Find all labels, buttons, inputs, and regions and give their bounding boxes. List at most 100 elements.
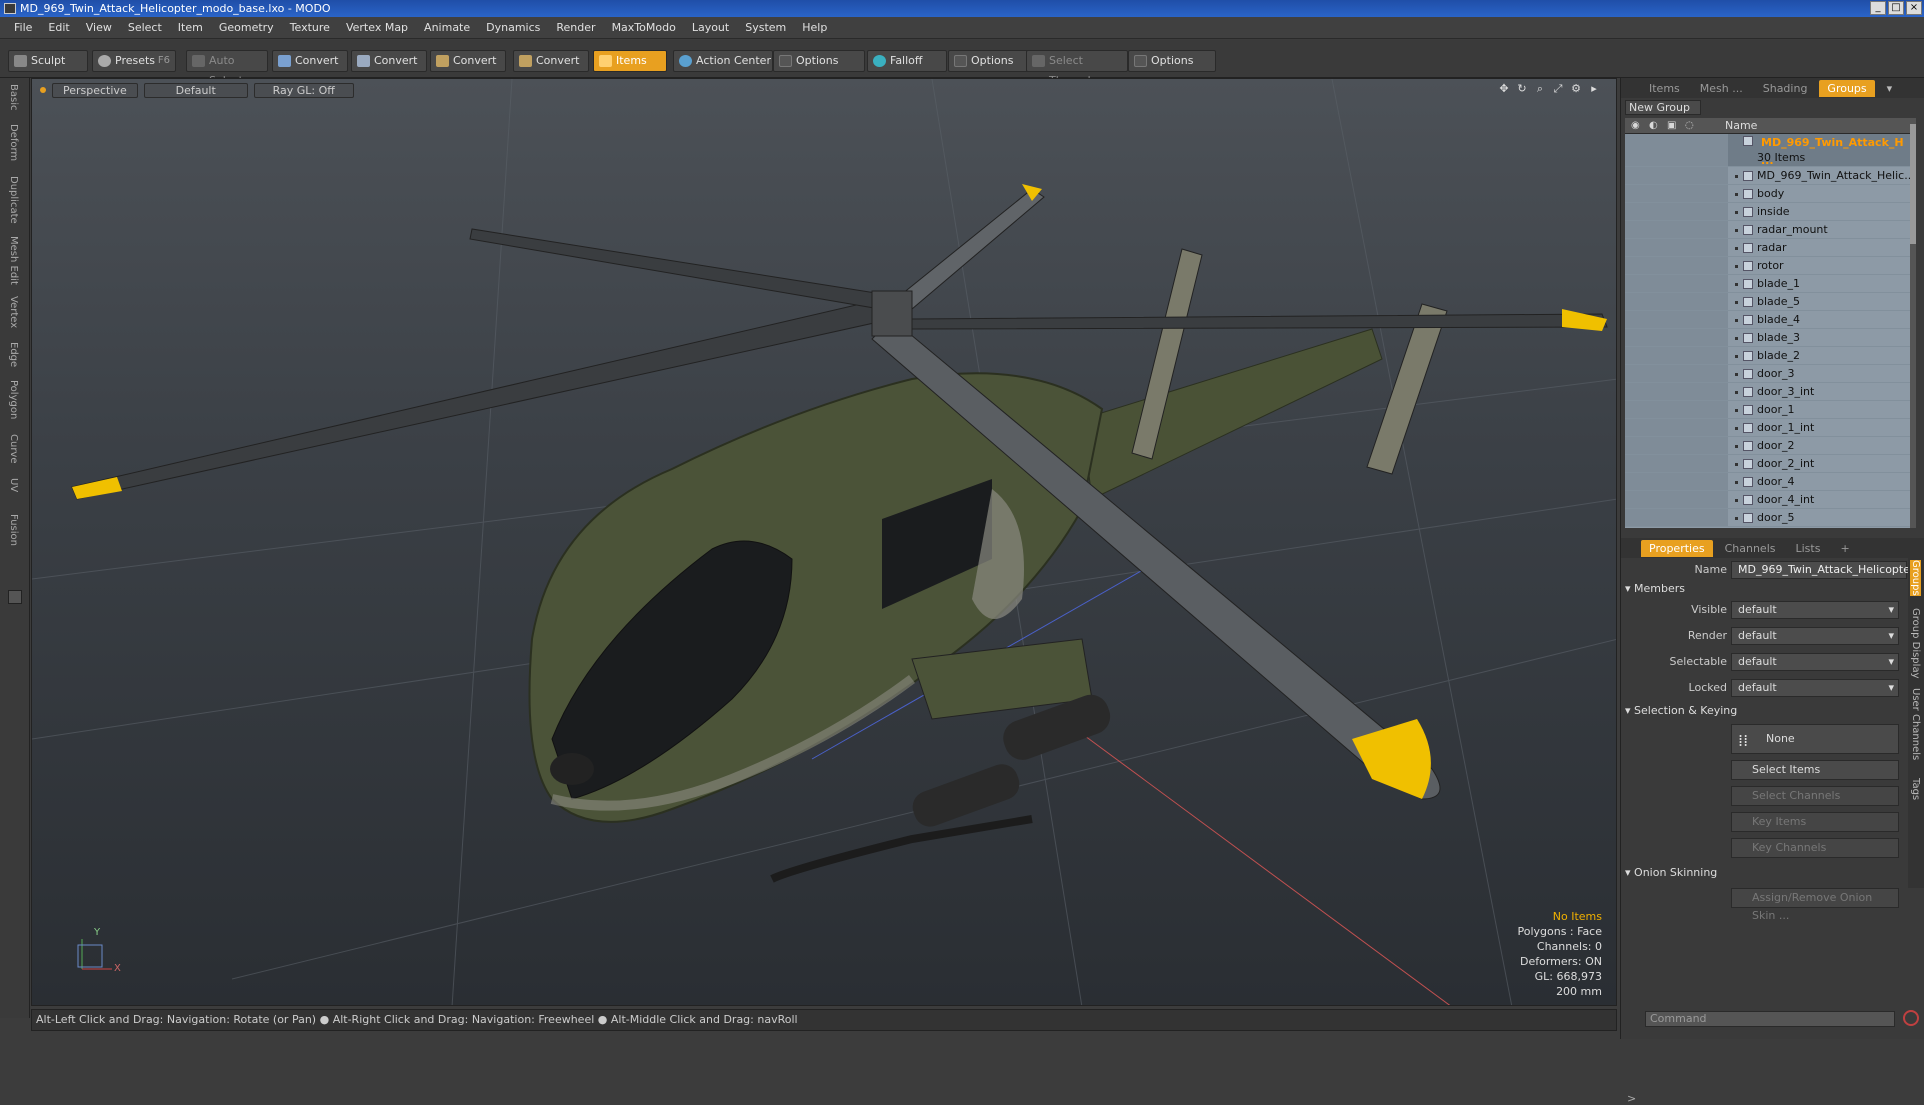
lock-icon[interactable]: ▣ [1667,120,1676,131]
list-item[interactable]: door_3_int [1625,383,1910,401]
menu-vertex-map[interactable]: Vertex Map [338,21,416,34]
list-item[interactable]: radar [1625,239,1910,257]
render-dropdown[interactable]: default [1731,627,1899,645]
selectable-dropdown[interactable]: default [1731,653,1899,671]
new-group-button[interactable]: New Group [1625,100,1701,115]
list-item[interactable]: door_5 [1625,509,1910,527]
list-item[interactable]: blade_3 [1625,329,1910,347]
list-item[interactable]: radar_mount [1625,221,1910,239]
add-tab-icon[interactable]: + [1832,540,1857,557]
scrollbar-thumb[interactable] [1910,124,1916,244]
select-items-button[interactable]: Select Items [1731,760,1899,780]
convert-button-4[interactable]: Convert [513,50,589,72]
side-tab-user-channels[interactable]: User Channels [1910,688,1921,760]
falloff-options-button[interactable]: Options [948,50,1028,72]
menu-layout[interactable]: Layout [684,21,737,34]
convert-button-2[interactable]: Convert [351,50,427,72]
list-item[interactable]: rotor [1625,257,1910,275]
expand-toggle[interactable] [8,590,22,604]
command-input[interactable]: Command [1645,1011,1895,1027]
menu-system[interactable]: System [737,21,794,34]
select-through-button[interactable]: Select Through [1026,50,1128,87]
list-item[interactable]: door_1 [1625,401,1910,419]
tab-duplicate[interactable]: Duplicate [8,176,19,224]
tab-curve[interactable]: Curve [8,434,19,464]
list-item[interactable]: blade_1 [1625,275,1910,293]
tab-fusion[interactable]: Fusion [8,514,19,546]
record-icon[interactable] [1903,1010,1919,1026]
tab-lists[interactable]: Lists [1788,540,1829,557]
tab-menu-icon[interactable]: ▾ [1879,80,1901,97]
name-field[interactable]: MD_969_Twin_Attack_Helicopter [1731,561,1915,579]
close-button[interactable]: × [1906,1,1922,15]
render-icon[interactable]: ◐ [1649,120,1658,131]
menu-animate[interactable]: Animate [416,21,478,34]
menu-dynamics[interactable]: Dynamics [478,21,548,34]
list-item[interactable]: blade_5 [1625,293,1910,311]
action-center-options-button[interactable]: Options [773,50,865,72]
tree-scrollbar[interactable] [1910,118,1916,528]
select-icon[interactable]: ◌ [1685,120,1694,131]
list-item[interactable]: door_4_int [1625,491,1910,509]
tab-properties[interactable]: Properties [1641,539,1713,557]
convert-button-3[interactable]: Convert [430,50,506,72]
side-tab-groups[interactable]: Groups [1910,560,1921,596]
list-item[interactable]: inside [1625,203,1910,221]
list-item[interactable]: door_1_int [1625,419,1910,437]
presets-button[interactable]: Presets F6 [92,50,176,72]
tab-channels[interactable]: Channels [1717,540,1784,557]
tab-basic[interactable]: Basic [8,84,19,110]
select-channels-button[interactable]: Select Channels [1731,786,1899,806]
menu-render[interactable]: Render [548,21,603,34]
tab-edge[interactable]: Edge [8,342,19,367]
menu-help[interactable]: Help [794,21,835,34]
list-item[interactable]: MD_969_Twin_Attack_Helic... [1625,167,1910,185]
menu-edit[interactable]: Edit [40,21,77,34]
locked-dropdown[interactable]: default [1731,679,1899,697]
none-button[interactable]: ⁞⁞ None [1731,724,1899,754]
selection-keying-section[interactable]: ▾ Selection & Keying [1625,704,1737,717]
menu-view[interactable]: View [78,21,120,34]
tab-items[interactable]: Items [1641,80,1688,97]
maximize-button[interactable]: □ [1888,1,1904,15]
auto-select-button[interactable]: Auto Select [186,50,268,87]
action-center-button[interactable]: Action Center [673,50,773,72]
items-mode-button[interactable]: Items [593,50,667,72]
list-item[interactable]: blade_2 [1625,347,1910,365]
menu-geometry[interactable]: Geometry [211,21,282,34]
select-options-button[interactable]: Options [1128,50,1216,72]
side-tab-group-display[interactable]: Group Display [1910,608,1921,678]
visible-dropdown[interactable]: default [1731,601,1899,619]
minimize-button[interactable]: _ [1870,1,1886,15]
eye-icon[interactable]: ◉ [1631,120,1640,131]
tab-shading[interactable]: Shading [1755,80,1816,97]
list-item[interactable]: door_3 [1625,365,1910,383]
tab-vertex[interactable]: Vertex [8,296,19,328]
menu-maxtomodo[interactable]: MaxToModo [604,21,684,34]
onion-skinning-section[interactable]: ▾ Onion Skinning [1625,866,1717,879]
convert-button-1[interactable]: Convert [272,50,348,72]
menu-texture[interactable]: Texture [282,21,338,34]
list-item[interactable]: blade_4 [1625,311,1910,329]
list-item[interactable]: door_4 [1625,473,1910,491]
tab-uv[interactable]: UV [8,478,19,492]
assign-onion-skin-button[interactable]: Assign/Remove Onion Skin ... [1731,888,1899,922]
tab-mesh-edit[interactable]: Mesh Edit [8,236,19,285]
falloff-button[interactable]: Falloff [867,50,947,72]
tab-mesh[interactable]: Mesh ... [1692,80,1751,97]
tab-deform[interactable]: Deform [8,124,19,161]
column-name[interactable]: Name [1725,119,1757,132]
sculpt-button[interactable]: Sculpt [8,50,88,72]
list-item[interactable]: door_2_int [1625,455,1910,473]
members-section[interactable]: ▾ Members [1625,582,1685,595]
menu-item[interactable]: Item [170,21,211,34]
tab-polygon[interactable]: Polygon [8,380,19,419]
3d-viewport[interactable]: Perspective Default Ray GL: Off ✥ ↻ ⌕ ⤢ … [31,78,1617,1006]
key-channels-button[interactable]: Key Channels [1731,838,1899,858]
tab-groups[interactable]: Groups [1819,79,1875,97]
list-item[interactable]: door_2 [1625,437,1910,455]
side-tab-tags[interactable]: Tags [1910,778,1921,800]
menu-select[interactable]: Select [120,21,170,34]
list-item[interactable]: body [1625,185,1910,203]
group-row[interactable]: MD_969_Twin_Attack_H ... 30 Items [1625,134,1910,167]
